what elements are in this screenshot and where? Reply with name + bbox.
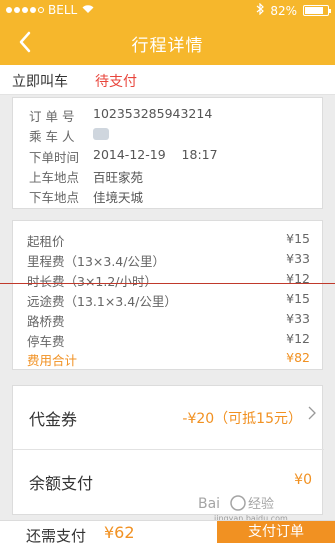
fee-row: 路桥费 ¥33 <box>27 311 310 330</box>
fee-amount: ¥15 <box>286 231 310 246</box>
fee-row: 起租价 ¥15 <box>27 231 310 250</box>
wifi-icon <box>81 3 95 17</box>
status-right: 82% <box>256 2 331 18</box>
fee-name: 里程费（13×3.4/公里） <box>27 254 165 269</box>
signal-icon <box>6 7 44 13</box>
info-key: 下车地点 <box>29 190 80 205</box>
fee-amount: ¥33 <box>286 311 310 326</box>
pay-order-button[interactable]: 支付订单 <box>217 521 335 543</box>
chevron-right-icon <box>308 406 316 424</box>
order-status-badge: 待支付 <box>95 74 137 90</box>
info-key: 上车地点 <box>29 170 80 185</box>
info-value: 102353285943214 <box>93 106 213 121</box>
battery-percent: 82% <box>270 3 297 18</box>
order-type-label: 立即叫车 <box>12 74 68 90</box>
fee-total-row: 费用合计 ¥82 <box>27 350 310 369</box>
info-value: 2014-12-19 18:17 <box>93 147 218 162</box>
info-key: 乘 车 人 <box>29 129 75 144</box>
battery-icon <box>303 5 331 16</box>
remaining-amount: ¥62 <box>104 523 135 542</box>
fee-row: 里程费（13×3.4/公里） ¥33 <box>27 251 310 270</box>
info-row-order-number: 订 单 号 102353285943214 <box>29 106 212 125</box>
fee-total-label: 费用合计 <box>27 353 78 368</box>
fee-row: 远途费（13.1×3.4/公里） ¥15 <box>27 291 310 310</box>
order-type-bar: 立即叫车 待支付 <box>0 65 335 95</box>
fee-name: 停车费 <box>27 334 65 349</box>
baidu-watermark-logo: Bai 经验 jingyan.baidu.com <box>198 494 308 523</box>
page-title: 行程详情 <box>131 36 204 56</box>
svg-text:Bai: Bai <box>198 496 220 512</box>
fee-amount: ¥12 <box>286 331 310 346</box>
voucher-label: 代金券 <box>29 410 78 429</box>
svg-text:经验: 经验 <box>248 496 274 512</box>
fee-breakdown-card: 起租价 ¥15 里程费（13×3.4/公里） ¥33 时长费（3×1.2/小时）… <box>12 220 323 370</box>
fee-amount: ¥15 <box>286 291 310 306</box>
info-row-pickup: 上车地点 百旺家苑 <box>29 167 143 186</box>
voucher-value: -¥20（可抵15元） <box>182 411 302 427</box>
fee-name: 远途费（13.1×3.4/公里） <box>27 294 177 309</box>
carrier-info: BELL <box>6 3 95 17</box>
bottom-pay-bar: 还需支付 ¥62 支付订单 <box>0 520 335 543</box>
fee-name: 起租价 <box>27 234 65 249</box>
annotation-line <box>0 283 335 284</box>
fee-name: 路桥费 <box>27 314 65 329</box>
fee-total-amount: ¥82 <box>286 350 310 365</box>
order-info-card: 订 单 号 102353285943214 乘 车 人 下单时间 2014-12… <box>12 97 323 209</box>
balance-label: 余额支付 <box>29 474 94 493</box>
balance-value: ¥0 <box>294 472 312 488</box>
header-bar: BELL 82% 行程详情 <box>0 0 335 65</box>
info-row-order-time: 下单时间 2014-12-19 18:17 <box>29 147 218 166</box>
passenger-name-blurred <box>93 126 109 145</box>
fee-amount: ¥12 <box>286 271 310 286</box>
info-value: 佳境天城 <box>93 190 144 205</box>
bluetooth-icon <box>256 2 265 18</box>
info-row-dropoff: 下车地点 佳境天城 <box>29 187 143 206</box>
navigation-bar: 行程详情 <box>0 20 335 65</box>
info-row-passenger: 乘 车 人 <box>29 126 109 145</box>
fee-row: 停车费 ¥12 <box>27 331 310 350</box>
info-key: 订 单 号 <box>29 109 75 124</box>
fee-name: 时长费（3×1.2/小时） <box>27 274 158 289</box>
info-value: 百旺家苑 <box>93 170 144 185</box>
info-key: 下单时间 <box>29 150 80 165</box>
fee-row: 时长费（3×1.2/小时） ¥12 <box>27 271 310 290</box>
voucher-row[interactable]: 代金券 -¥20（可抵15元） <box>13 386 324 450</box>
fee-amount: ¥33 <box>286 251 310 266</box>
status-bar: BELL 82% <box>0 0 335 20</box>
carrier-name: BELL <box>48 3 78 17</box>
remaining-label: 还需支付 <box>26 527 87 543</box>
